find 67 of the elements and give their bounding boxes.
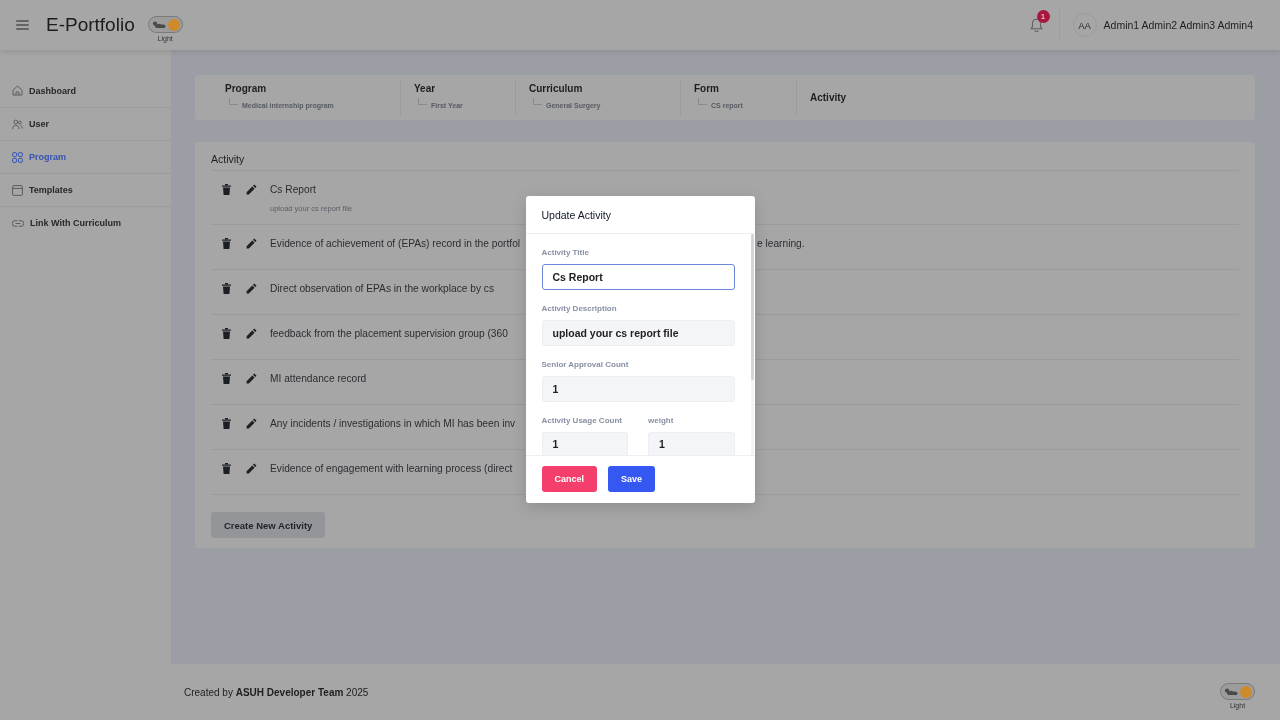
step-title[interactable]: Curriculum	[529, 82, 583, 95]
branch-line-icon	[229, 97, 238, 105]
sun-icon	[167, 18, 180, 31]
trash-icon[interactable]	[222, 328, 231, 339]
cancel-button[interactable]: Cancel	[541, 466, 597, 492]
trash-icon[interactable]	[222, 418, 231, 429]
activity-title: feedback from the placement supervision group (360	[270, 327, 508, 341]
pencil-icon[interactable]	[246, 238, 257, 249]
pencil-icon[interactable]	[246, 328, 257, 339]
step-title[interactable]: Year	[414, 82, 436, 95]
sun-icon	[1240, 685, 1252, 698]
pencil-icon[interactable]	[246, 184, 257, 195]
save-button[interactable]: Save	[608, 466, 656, 492]
cloud-icon	[1224, 687, 1239, 696]
bell-icon[interactable]	[1029, 17, 1043, 33]
link-icon	[12, 219, 24, 227]
home-icon	[12, 85, 23, 96]
users-icon	[12, 118, 23, 130]
activity-title: Cs Report	[270, 183, 316, 197]
input-field[interactable]: upload your cs report file	[541, 320, 735, 346]
field-label: Activity Usage Count	[541, 415, 622, 426]
notification-badge: 1	[1036, 9, 1050, 23]
pencil-icon[interactable]	[246, 283, 257, 294]
window-icon	[12, 184, 23, 196]
dialog-title: Update Activity	[541, 208, 611, 221]
field-label: Activity Description	[541, 303, 617, 314]
trash-icon[interactable]	[222, 463, 231, 474]
sidebar-item[interactable]: Templates	[0, 173, 171, 206]
create-activity-button[interactable]: Create New Activity	[211, 512, 326, 538]
input-field[interactable]: Cs Report	[541, 264, 735, 290]
field-label: Activity Title	[541, 247, 589, 258]
user-name[interactable]: Admin1 Admin2 Admin3 Admin4	[1103, 19, 1253, 31]
app-title: E-Portfolio	[46, 14, 135, 36]
branch-line-icon	[698, 97, 707, 105]
activity-title: Evidence of achievement of (EPAs) record in the portfol	[270, 237, 521, 251]
activity-title: Direct observation of EPAs in the workplace by cs	[270, 282, 495, 296]
branch-line-icon	[418, 97, 427, 105]
trash-icon[interactable]	[222, 373, 231, 384]
input-field[interactable]: 1	[541, 432, 628, 455]
branch-line-icon	[533, 97, 542, 105]
cloud-icon	[151, 20, 167, 29]
step-title[interactable]: Program	[225, 82, 267, 95]
trash-icon[interactable]	[222, 184, 231, 195]
activity-title-end: e learning.	[757, 237, 805, 251]
trash-icon[interactable]	[222, 238, 231, 249]
theme-toggle[interactable]	[1220, 683, 1255, 700]
activity-title: MI attendance record	[270, 372, 367, 386]
scrollbar[interactable]	[750, 234, 754, 455]
step-title[interactable]: Activity	[810, 91, 847, 104]
field-label: Senior Approval Count	[541, 359, 629, 370]
sidebar-item[interactable]: User	[0, 107, 171, 140]
pencil-icon[interactable]	[246, 463, 257, 474]
theme-toggle[interactable]	[147, 16, 183, 33]
input-field[interactable]: 1	[648, 432, 735, 455]
panel-title: Activity	[211, 152, 246, 166]
footer-credit: Created by ASUH Developer Team 2025	[184, 686, 369, 698]
trash-icon[interactable]	[222, 283, 231, 294]
input-field[interactable]: 1	[541, 376, 735, 402]
step-title[interactable]: Form	[694, 82, 719, 95]
pencil-icon[interactable]	[246, 418, 257, 429]
pencil-icon[interactable]	[246, 373, 257, 384]
sidebar-item[interactable]: Dashboard	[0, 74, 171, 107]
activity-title: Any incidents / investigations in which MI has been inv	[270, 417, 516, 431]
grid-icon	[12, 151, 23, 163]
field-label: weight	[648, 415, 674, 426]
activity-title: Evidence of engagement with learning process (direct	[270, 462, 513, 476]
sidebar-item[interactable]: Link With Curriculum	[0, 206, 171, 239]
